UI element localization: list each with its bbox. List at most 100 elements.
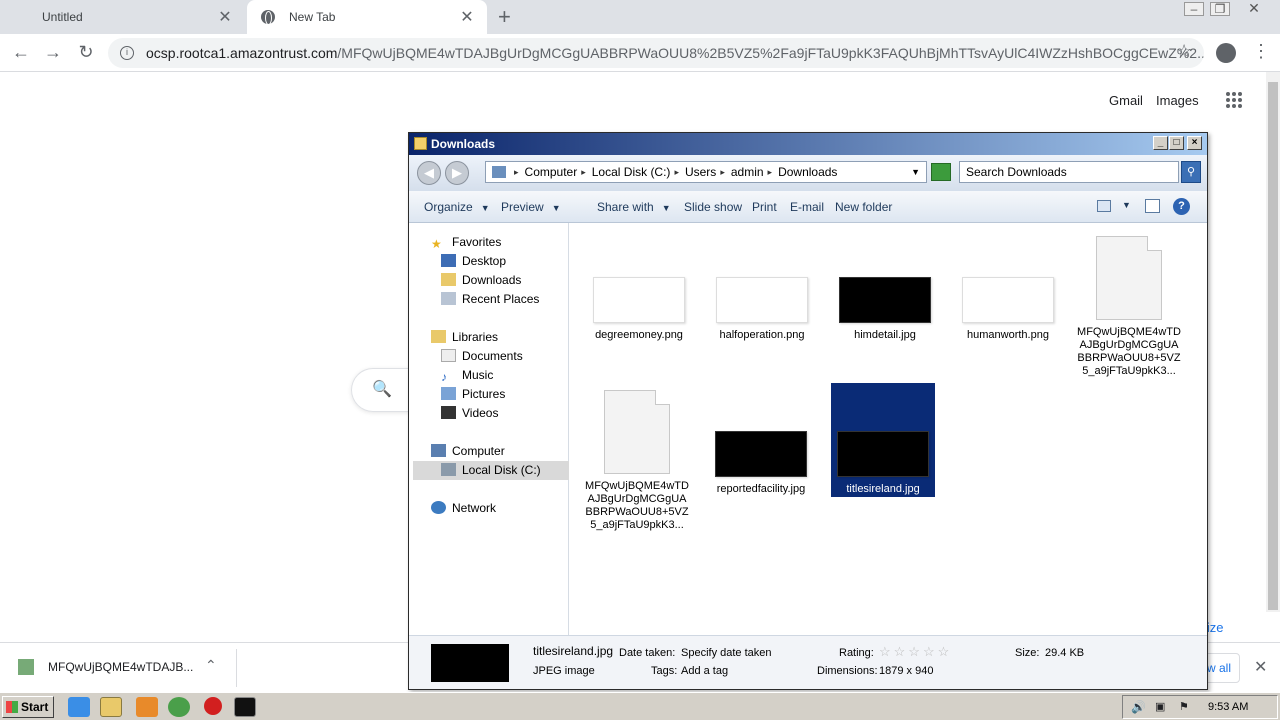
system-tray: 🔊 ▣ ⚑: [1122, 695, 1278, 719]
flag-icon[interactable]: ⚑: [1179, 700, 1189, 713]
nav-computer[interactable]: Computer: [431, 444, 505, 458]
tab-untitled[interactable]: Untitled ✕: [0, 0, 245, 34]
ie-icon[interactable]: [68, 697, 90, 717]
speaker-icon[interactable]: 🔊: [1131, 700, 1146, 714]
documents-icon: [441, 349, 456, 362]
breadcrumb-downloads[interactable]: Downloads: [778, 165, 837, 179]
tab-new-tab[interactable]: New Tab ✕: [247, 0, 487, 34]
nav-local-disk[interactable]: Local Disk (C:): [413, 461, 569, 480]
restore-button[interactable]: ❐: [1210, 2, 1230, 16]
nav-libraries[interactable]: Libraries: [431, 330, 498, 344]
file-name: halfoperation.png: [719, 329, 805, 341]
preview-pane-icon[interactable]: [1145, 199, 1160, 213]
navigation-pane: ★ Favorites Desktop Downloads Recent Plac…: [413, 223, 569, 635]
star-icon[interactable]: ☆: [1176, 41, 1192, 62]
file-item[interactable]: humanworth.png: [956, 277, 1060, 342]
media-player-icon[interactable]: [136, 697, 158, 717]
search-input[interactable]: Search Downloads: [959, 161, 1179, 183]
images-link[interactable]: Images: [1156, 93, 1199, 108]
document-icon: [604, 390, 670, 474]
breadcrumb[interactable]: ▸ Computer ▸ Local Disk (C:) ▸ Users ▸ admi…: [485, 161, 927, 183]
chrome-icon[interactable]: [168, 697, 190, 717]
network-icon[interactable]: ▣: [1155, 700, 1165, 713]
computer-icon: [431, 444, 446, 457]
minimize-button[interactable]: _: [1153, 136, 1168, 150]
share-with-menu[interactable]: Share with ▼: [597, 200, 671, 214]
chevron-up-icon[interactable]: ⌃: [205, 657, 217, 674]
info-icon[interactable]: i: [120, 46, 134, 60]
refresh-icon[interactable]: [931, 163, 951, 181]
opera-icon[interactable]: [204, 697, 222, 715]
reload-icon[interactable]: ↻: [75, 42, 97, 63]
organize-menu[interactable]: Organize ▼: [424, 200, 490, 214]
menu-dots-icon[interactable]: ⋮: [1252, 41, 1270, 62]
new-folder-button[interactable]: New folder: [835, 200, 892, 214]
forward-arrow-icon[interactable]: →: [42, 42, 64, 63]
slide-show-button[interactable]: Slide show: [684, 200, 742, 214]
file-item-selected[interactable]: titlesireland.jpg: [831, 383, 935, 497]
close-icon[interactable]: ✕: [1254, 657, 1267, 677]
detail-date-value[interactable]: Specify date taken: [681, 647, 772, 659]
gmail-link[interactable]: Gmail: [1109, 93, 1143, 108]
file-name: degreemoney.png: [595, 329, 683, 341]
breadcrumb-computer[interactable]: Computer: [525, 165, 578, 179]
nav-music[interactable]: ♪ Music: [441, 368, 493, 384]
nav-desktop[interactable]: Desktop: [441, 254, 506, 268]
search-icon[interactable]: ⚲: [1181, 161, 1201, 183]
chevron-down-icon[interactable]: ▼: [1122, 200, 1131, 210]
print-button[interactable]: Print: [752, 200, 777, 214]
nav-network[interactable]: Network: [431, 501, 496, 515]
downloads-folder-icon: [441, 273, 456, 286]
view-icon[interactable]: [1097, 200, 1111, 212]
apps-grid-icon[interactable]: [1226, 92, 1242, 108]
file-name: MFQwUjBQME4wTDAJBgUrDgMCGgUABBRPWaOUU8+5…: [1077, 326, 1181, 377]
window-title-bar[interactable]: Downloads _ □ ×: [409, 133, 1207, 155]
nav-pictures[interactable]: Pictures: [441, 387, 505, 401]
file-item[interactable]: degreemoney.png: [587, 277, 691, 342]
computer-icon: [492, 166, 506, 178]
nav-downloads[interactable]: Downloads: [441, 273, 521, 287]
url-host: ocsp.rootca1.amazontrust.com: [146, 45, 338, 61]
chevron-down-icon[interactable]: ▼: [911, 167, 920, 177]
nav-videos[interactable]: Videos: [441, 406, 498, 420]
preview-menu[interactable]: Preview ▼: [501, 200, 561, 214]
detail-size-value: 29.4 KB: [1045, 647, 1085, 659]
cmd-icon[interactable]: [234, 697, 256, 717]
rating-stars-icon[interactable]: ☆☆☆☆☆: [879, 644, 952, 660]
browser-toolbar: ← → ↻ i ocsp.rootca1.amazontrust.com/MFQ…: [0, 34, 1280, 72]
help-icon[interactable]: ?: [1173, 198, 1190, 215]
breadcrumb-local-disk[interactable]: Local Disk (C:): [592, 165, 671, 179]
breadcrumb-admin[interactable]: admin: [731, 165, 764, 179]
maximize-button[interactable]: □: [1169, 136, 1184, 150]
google-search-box[interactable]: 🔍: [351, 368, 411, 412]
file-item[interactable]: reportedfacility.jpg: [709, 431, 813, 496]
file-item[interactable]: MFQwUjBQME4wTDAJBgUrDgMCGgUABBRPWaOUU8+5…: [1077, 236, 1181, 378]
download-item-name[interactable]: MFQwUjBQME4wTDAJB...: [48, 660, 193, 674]
close-button[interactable]: ×: [1187, 136, 1202, 150]
url-path: /MFQwUjBQME4wTDAJBgUrDgMCGgUABBRPWaOUU8%…: [337, 45, 1204, 61]
start-button[interactable]: Start: [2, 696, 54, 718]
file-item[interactable]: himdetail.jpg: [833, 277, 937, 342]
explorer-icon[interactable]: [100, 697, 122, 717]
window-close-button[interactable]: ✕: [1244, 1, 1264, 16]
back-arrow-icon[interactable]: ←: [10, 42, 32, 63]
nav-documents[interactable]: Documents: [441, 349, 523, 363]
new-tab-button[interactable]: +: [498, 4, 511, 30]
disk-icon: [441, 463, 456, 476]
page-scrollbar[interactable]: [1266, 72, 1280, 612]
forward-button[interactable]: ▶: [445, 161, 469, 185]
back-button[interactable]: ◀: [417, 161, 441, 185]
minimize-button[interactable]: –: [1184, 2, 1204, 16]
close-icon[interactable]: ✕: [459, 7, 475, 27]
nav-favorites[interactable]: ★ Favorites: [431, 235, 501, 251]
breadcrumb-users[interactable]: Users: [685, 165, 716, 179]
email-button[interactable]: E-mail: [790, 200, 824, 214]
detail-tags-value[interactable]: Add a tag: [681, 665, 728, 677]
file-item[interactable]: halfoperation.png: [710, 277, 814, 342]
nav-recent-places[interactable]: Recent Places: [441, 292, 539, 306]
file-item[interactable]: MFQwUjBQME4wTDAJBgUrDgMCGgUABBRPWaOUU8+5…: [585, 390, 689, 532]
close-icon[interactable]: ✕: [217, 7, 233, 27]
address-bar[interactable]: i ocsp.rootca1.amazontrust.com/MFQwUjBQM…: [108, 38, 1204, 68]
profile-icon[interactable]: [1216, 43, 1236, 63]
recent-places-icon: [441, 292, 456, 305]
